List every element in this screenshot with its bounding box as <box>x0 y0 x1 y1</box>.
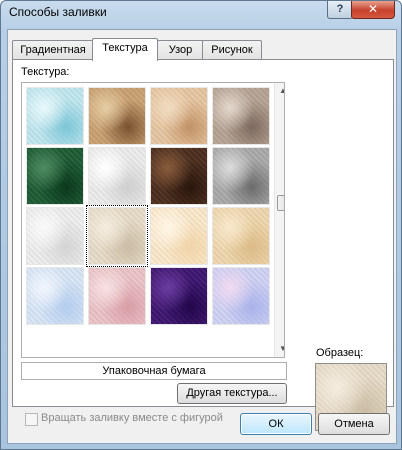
help-button[interactable]: ? <box>327 1 353 19</box>
title-bar: Способы заливки ? ✕ <box>1 1 401 25</box>
tab-gradient[interactable]: Градиентная <box>12 40 94 60</box>
fish-fossil-texture[interactable] <box>150 87 208 145</box>
gray-granite-texture[interactable] <box>212 147 270 205</box>
granite-texture[interactable] <box>212 87 270 145</box>
scroll-thumb[interactable] <box>277 195 284 211</box>
dialog-body: Градиентная Текстура Узор Рисунок Тексту… <box>7 29 397 444</box>
brown-paper-bag-texture[interactable] <box>88 87 146 145</box>
texture-name-field: Упаковочная бумага <box>21 362 287 380</box>
dialog-title: Способы заливки <box>9 5 107 19</box>
tab-picture[interactable]: Рисунок <box>202 40 262 60</box>
scroll-down-icon[interactable]: ▼ <box>275 341 284 357</box>
tab-pattern[interactable]: Узор <box>157 40 204 60</box>
rotate-with-shape-checkbox[interactable] <box>25 413 38 426</box>
texture-label: Текстура: <box>21 66 70 78</box>
sample-label: Образец: <box>316 347 364 359</box>
tab-texture[interactable]: Текстура <box>92 38 158 61</box>
newsprint-texture[interactable] <box>26 207 84 265</box>
other-texture-button[interactable]: Другая текстура... <box>177 383 287 404</box>
stationery-texture[interactable] <box>212 207 270 265</box>
cancel-button[interactable]: Отмена <box>318 413 390 435</box>
green-marble-texture[interactable] <box>26 147 84 205</box>
brown-marble-texture[interactable] <box>150 147 208 205</box>
rotate-with-shape-label: Вращать заливку вместе с фигурой <box>41 412 223 424</box>
texture-tab-panel: Текстура: ▲ ▼ Упаковочная бумага Другая … <box>12 59 394 431</box>
close-button[interactable]: ✕ <box>351 1 395 19</box>
recycled-paper-texture[interactable] <box>86 205 148 267</box>
fill-effects-dialog: Способы заливки ? ✕ Градиентная Текстура… <box>0 0 402 450</box>
white-marble-texture[interactable] <box>88 147 146 205</box>
water-droplets-texture[interactable] <box>26 87 84 145</box>
purple-mesh-texture[interactable] <box>150 267 208 325</box>
scroll-up-icon[interactable]: ▲ <box>275 83 284 99</box>
texture-gallery: ▲ ▼ <box>21 82 285 358</box>
ok-button[interactable]: ОК <box>240 413 312 435</box>
blue-tissue-paper-texture[interactable] <box>26 267 84 325</box>
pink-tissue-paper-texture[interactable] <box>88 267 146 325</box>
texture-scrollbar[interactable]: ▲ ▼ <box>274 83 284 357</box>
bouquet-texture[interactable] <box>212 267 270 325</box>
parchment-texture[interactable] <box>150 207 208 265</box>
